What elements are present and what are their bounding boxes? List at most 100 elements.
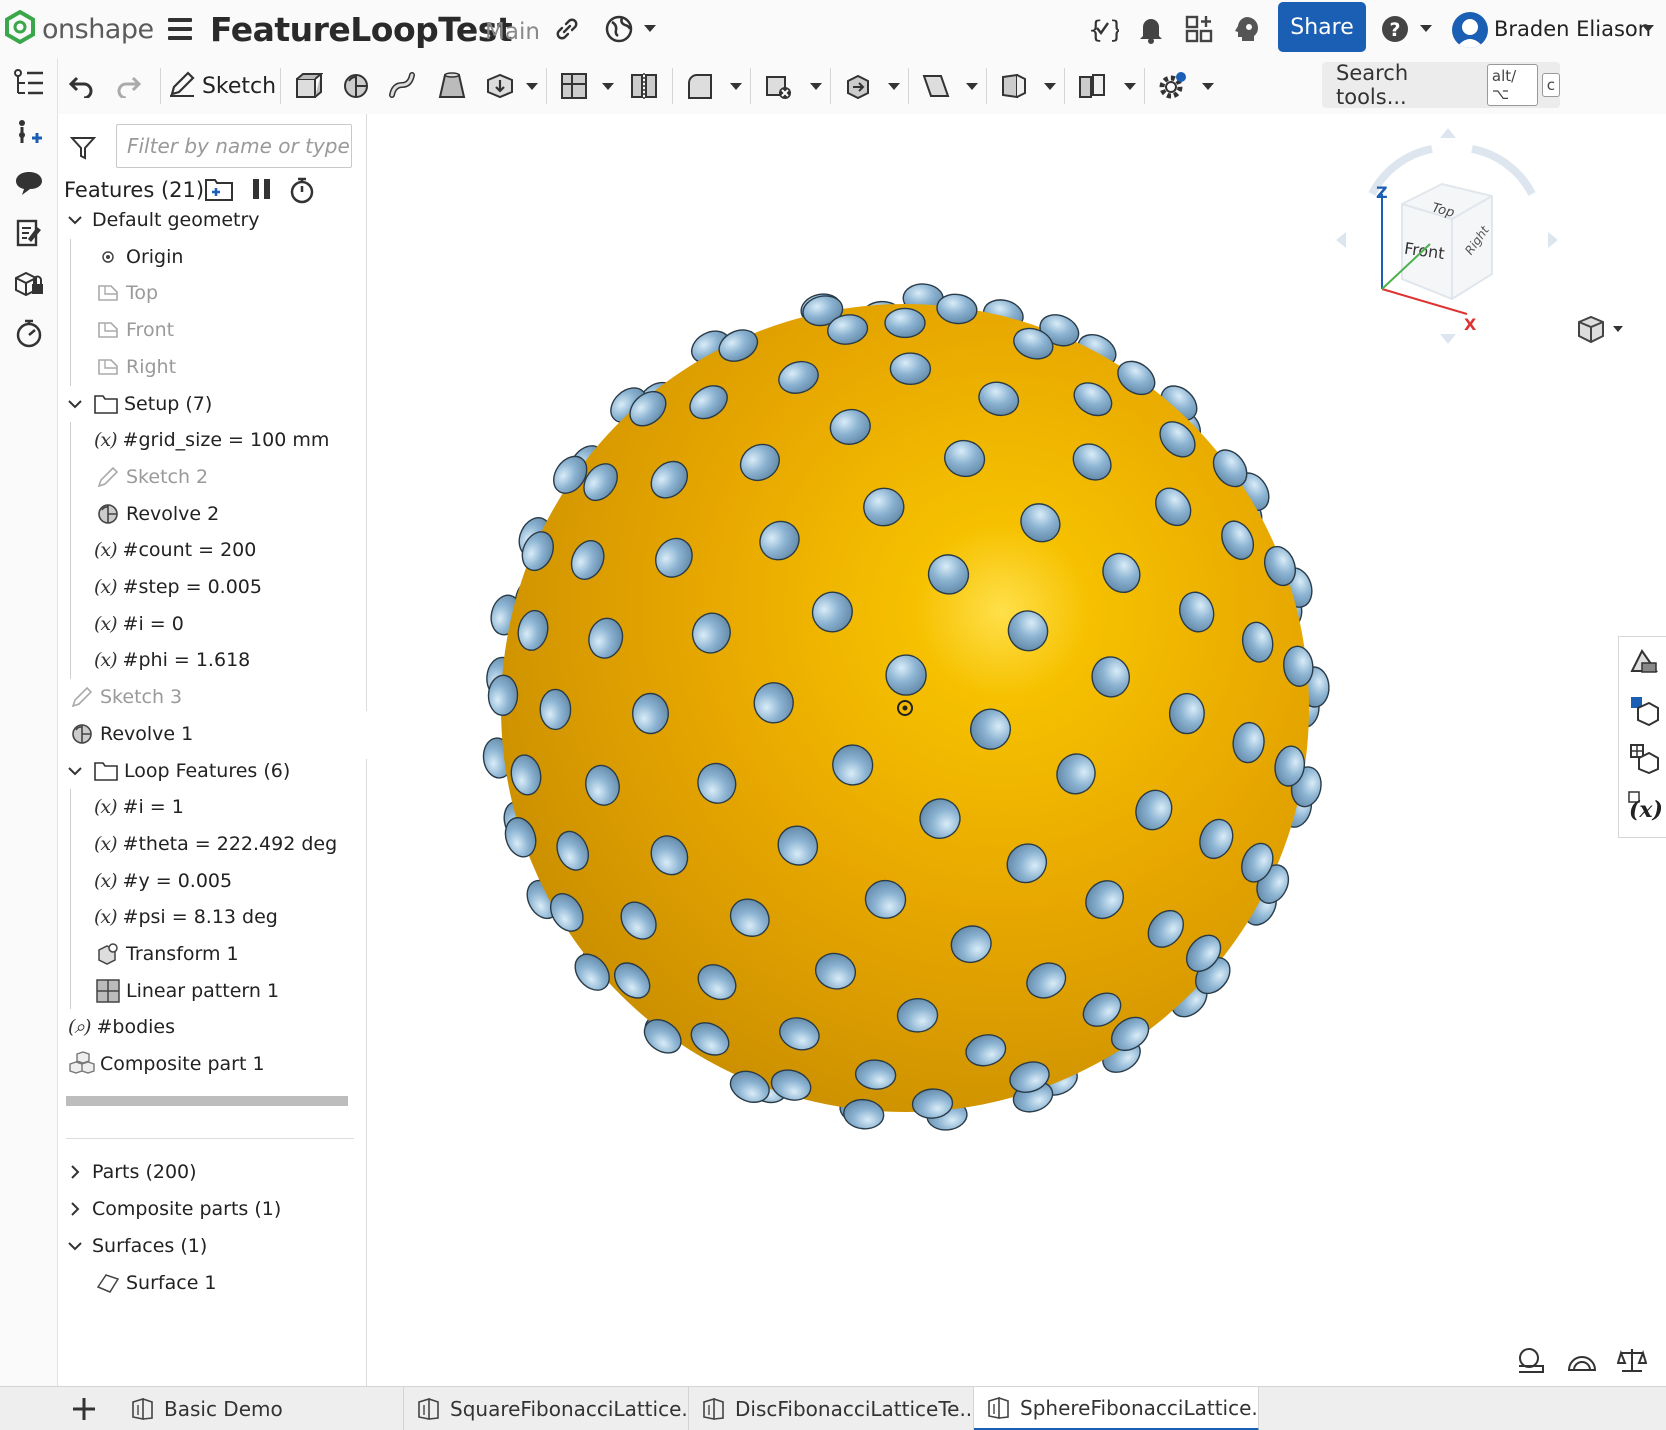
feature-composite-part-1[interactable]: Composite part 1 — [68, 1046, 265, 1082]
configurations-icon[interactable] — [1627, 741, 1661, 775]
feature-list-icon[interactable] — [10, 64, 48, 102]
filter-input[interactable] — [116, 124, 352, 168]
sphere-bump[interactable] — [753, 682, 794, 724]
user-avatar[interactable] — [1452, 12, 1488, 48]
document-tab[interactable]: SphereFibonacciLattice... — [974, 1387, 1259, 1430]
extrude-icon[interactable] — [290, 66, 326, 106]
parts-lock-icon[interactable] — [10, 264, 48, 302]
feature-i-1[interactable]: (x) #i = 1 — [94, 789, 184, 825]
measure-tape-icon[interactable] — [1515, 1346, 1545, 1376]
fillet-icon[interactable] — [682, 66, 718, 106]
sphere-bump[interactable] — [885, 654, 927, 696]
feature-revolve-2[interactable]: Revolve 2 — [94, 496, 219, 532]
notifications-bell-icon[interactable] — [1134, 12, 1168, 46]
feature-grid-size-100-mm[interactable]: (x) #grid_size = 100 mm — [94, 422, 329, 458]
feature-right[interactable]: Right — [94, 349, 176, 385]
view-right-arrow[interactable] — [1548, 232, 1558, 248]
performance-timer-icon[interactable] — [10, 314, 48, 352]
feature-top[interactable]: Top — [94, 275, 158, 311]
feature-linear-pattern-1[interactable]: Linear pattern 1 — [94, 973, 279, 1009]
sphere-bump[interactable] — [487, 674, 519, 716]
branch-label[interactable]: Main — [485, 19, 540, 45]
dropdown-caret[interactable] — [966, 83, 978, 90]
view-cube[interactable]: Top Front Right Z X — [1332, 124, 1562, 354]
feature-count-200[interactable]: (x) #count = 200 — [94, 532, 256, 568]
sphere-bump[interactable] — [896, 997, 939, 1033]
feature-sketch-2[interactable]: Sketch 2 — [94, 459, 208, 495]
add-tab-icon[interactable] — [70, 1395, 98, 1423]
sweep-icon[interactable] — [386, 66, 422, 106]
dropdown-caret[interactable] — [730, 83, 742, 90]
parts-composite-parts-1[interactable]: Composite parts (1) — [68, 1191, 281, 1227]
user-dropdown-caret[interactable] — [1642, 25, 1654, 32]
comments-icon[interactable] — [10, 164, 48, 202]
sketch-button[interactable]: Sketch — [169, 66, 276, 106]
feature-transform-1[interactable]: Transform 1 — [94, 936, 239, 972]
share-button[interactable]: Share — [1278, 2, 1366, 52]
dropdown-caret[interactable] — [888, 83, 900, 90]
chevron-down-icon[interactable] — [68, 397, 92, 411]
feature-step-0-005[interactable]: (x) #step = 0.005 — [94, 569, 262, 605]
feature-setup-7[interactable]: Setup (7) — [68, 386, 212, 422]
document-tab[interactable]: SquareFibonacciLattice... — [404, 1387, 689, 1430]
sphere-bump[interactable] — [1168, 692, 1205, 735]
globe-dropdown-caret[interactable] — [644, 25, 656, 32]
feature-sketch-3[interactable]: Sketch 3 — [68, 679, 182, 715]
appearance-icon[interactable] — [1627, 645, 1661, 679]
document-tab[interactable]: Basic Demo — [118, 1387, 404, 1430]
undo-icon[interactable] — [66, 66, 96, 106]
revolve-icon[interactable] — [338, 66, 374, 106]
variables-icon[interactable]: {} — [1086, 12, 1120, 46]
display-states-icon[interactable] — [1627, 693, 1661, 727]
delete-part-icon[interactable] — [760, 66, 796, 106]
feature-theta-222-492-deg[interactable]: (x) #theta = 222.492 deg — [94, 826, 337, 862]
transform-icon[interactable] — [840, 66, 876, 106]
main-menu-icon[interactable] — [168, 18, 192, 40]
feature-revolve-1[interactable]: Revolve 1 — [68, 716, 193, 752]
chevron-down-icon[interactable] — [68, 213, 92, 227]
parts-surfaces-1[interactable]: Surfaces (1) — [68, 1228, 207, 1264]
chevron-right-icon[interactable] — [68, 1165, 92, 1179]
document-tab[interactable]: DiscFibonacciLatticeTe... — [689, 1387, 974, 1430]
variable-table-icon[interactable]: (x) — [1627, 789, 1661, 823]
parts-surface-1[interactable]: Surface 1 — [94, 1265, 217, 1301]
dropdown-caret[interactable] — [1124, 83, 1136, 90]
view-options-cube-icon[interactable] — [1577, 314, 1625, 344]
onshape-logo[interactable]: onshape — [4, 9, 154, 49]
rollback-timer-icon[interactable] — [288, 176, 316, 209]
boolean-icon[interactable] — [556, 66, 592, 106]
dropdown-caret[interactable] — [526, 83, 538, 90]
parts-parts-200[interactable]: Parts (200) — [68, 1154, 197, 1190]
sphere-bump[interactable] — [889, 352, 932, 386]
link-icon[interactable] — [550, 12, 584, 46]
feature-bodies[interactable]: (⌕) #bodies — [68, 1009, 175, 1045]
graphics-viewport[interactable]: Top Front Right Z X — [367, 114, 1666, 1386]
view-up-arrow[interactable] — [1440, 128, 1456, 138]
feature-psi-8-13-deg[interactable]: (x) #psi = 8.13 deg — [94, 899, 278, 935]
thicken-icon[interactable] — [482, 66, 518, 106]
dropdown-caret[interactable] — [602, 83, 614, 90]
user-name[interactable]: Braden Eliason — [1494, 17, 1651, 41]
mirror-icon[interactable] — [1074, 66, 1110, 106]
help-icon[interactable]: ? — [1378, 12, 1412, 46]
feature-phi-1-618[interactable]: (x) #phi = 1.618 — [94, 642, 250, 678]
dropdown-caret[interactable] — [810, 83, 822, 90]
sphere-bump[interactable] — [539, 688, 572, 731]
redo-icon[interactable] — [114, 66, 144, 106]
chevron-right-icon[interactable] — [68, 1202, 92, 1216]
filter-icon[interactable] — [69, 136, 97, 165]
learning-center-icon[interactable] — [1230, 12, 1264, 46]
feature-loop-features-6[interactable]: Loop Features (6) — [68, 753, 290, 789]
mass-properties-icon[interactable] — [1616, 1346, 1648, 1376]
feature-front[interactable]: Front — [94, 312, 174, 348]
plane-icon[interactable] — [918, 66, 954, 106]
section-view-icon[interactable] — [1566, 1346, 1597, 1376]
dropdown-caret[interactable] — [1202, 83, 1214, 90]
feature-default-geometry[interactable]: Default geometry — [68, 202, 260, 238]
search-tools-input[interactable]: Search tools... alt/⌥ c — [1322, 61, 1560, 109]
sphere-bump[interactable] — [631, 692, 670, 735]
app-store-icon[interactable] — [1182, 12, 1216, 46]
view-left-arrow[interactable] — [1336, 232, 1346, 248]
document-title[interactable]: FeatureLoopTest — [210, 10, 513, 49]
horizontal-scrollbar[interactable] — [66, 1096, 348, 1106]
